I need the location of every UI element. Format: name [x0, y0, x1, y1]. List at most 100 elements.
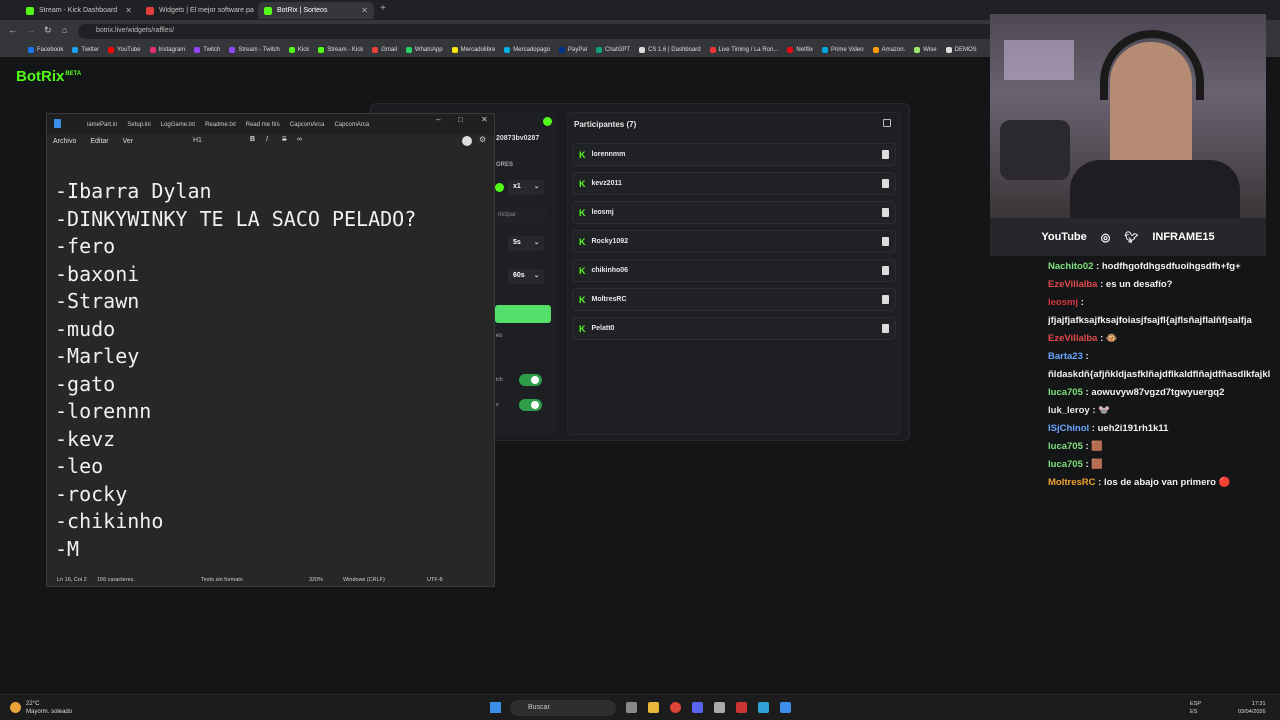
- italic-icon[interactable]: I: [266, 136, 268, 143]
- notepad-text-area[interactable]: -Ibarra Dylan -DINKYWINKY TE LA SACO PELA…: [55, 178, 416, 563]
- app-icon[interactable]: [736, 702, 747, 713]
- browser-tab-kick-dashboard[interactable]: Stream - Kick Dashboard ✕: [20, 2, 138, 19]
- trash-icon[interactable]: [882, 208, 889, 217]
- trash-icon[interactable]: [882, 237, 889, 246]
- text-line: -DINKYWINKY TE LA SACO PELADO?: [55, 206, 417, 231]
- bookmark-item[interactable]: Kick: [288, 46, 309, 53]
- trash-icon[interactable]: [882, 150, 889, 159]
- chat-username[interactable]: Nachito02: [1048, 261, 1093, 272]
- language-indicator[interactable]: ESP ES: [1190, 700, 1201, 716]
- trash-icon[interactable]: [882, 324, 889, 333]
- timer-select[interactable]: 5s ⌄: [508, 236, 544, 251]
- bookmark-label: Live Timing / La Ron...: [718, 46, 779, 53]
- bookmark-item[interactable]: CS 1.6 | Dashboard: [639, 46, 701, 53]
- strikethrough-icon[interactable]: S: [282, 136, 287, 143]
- bookmark-item[interactable]: ChatGPT: [596, 46, 630, 53]
- chat-username[interactable]: leosmj: [1048, 297, 1078, 308]
- notepad-tab[interactable]: Read me firs: [246, 122, 280, 128]
- botrix-logo[interactable]: BotRixBETA: [16, 68, 81, 85]
- link-icon[interactable]: ∞: [297, 136, 302, 143]
- notepad-tab[interactable]: LogGame.txt: [161, 122, 195, 128]
- trash-icon[interactable]: [882, 179, 889, 188]
- account-icon[interactable]: [462, 136, 472, 146]
- bookmark-item[interactable]: PayPal: [559, 46, 587, 53]
- trash-icon[interactable]: [882, 266, 889, 275]
- notepad-tab[interactable]: Readme.txt: [205, 122, 236, 128]
- bookmark-item[interactable]: YouTube: [108, 46, 141, 53]
- chat-username[interactable]: Barta23: [1048, 351, 1083, 362]
- bookmark-item[interactable]: Prime Video: [822, 46, 864, 53]
- browser-tab-widgets[interactable]: Widgets | El mejor software pa ✕: [140, 2, 256, 19]
- bookmark-item[interactable]: Amazon.: [872, 46, 905, 53]
- chrome-icon[interactable]: [670, 702, 681, 713]
- file-explorer-icon[interactable]: [648, 702, 659, 713]
- maximize-icon[interactable]: □: [458, 115, 463, 124]
- trash-icon[interactable]: [882, 295, 889, 304]
- close-window-icon[interactable]: ✕: [481, 115, 488, 124]
- bookmark-item[interactable]: Stream - Twitch: [229, 46, 280, 53]
- reload-icon[interactable]: ↻: [44, 25, 52, 36]
- notepad-tab[interactable]: Setup.ini: [127, 122, 150, 128]
- bookmark-item[interactable]: Mercadopago: [504, 46, 550, 53]
- chat-username[interactable]: EzeVillalba: [1048, 279, 1097, 290]
- encoding: UTF-8: [427, 577, 443, 583]
- bookmark-item[interactable]: Mercadolibre: [451, 46, 495, 53]
- bookmark-item[interactable]: Twitter: [72, 46, 99, 53]
- home-icon[interactable]: ⌂: [62, 25, 67, 35]
- notepad-tab[interactable]: CapcomArca: [334, 122, 369, 128]
- chat-username[interactable]: ISjChinol: [1048, 423, 1089, 434]
- menu-item[interactable]: Ver: [123, 138, 134, 145]
- taskbar-search[interactable]: Buscar: [510, 700, 616, 716]
- heading-select[interactable]: H1: [193, 137, 202, 144]
- bookmark-item[interactable]: Wise: [914, 46, 937, 53]
- start-raffle-button[interactable]: [495, 305, 551, 323]
- bold-icon[interactable]: B: [250, 136, 255, 143]
- notepad-tab[interactable]: CapcomArca: [290, 122, 325, 128]
- info-icon[interactable]: [543, 117, 552, 126]
- toggle-dot[interactable]: [495, 183, 504, 192]
- notepad-taskbar-icon[interactable]: [780, 702, 791, 713]
- close-tab-icon[interactable]: ✕: [125, 6, 132, 15]
- bookmark-item[interactable]: Live Timing / La Ron...: [709, 46, 779, 53]
- windows-start-icon[interactable]: [490, 702, 501, 713]
- notepad-tab[interactable]: iamePart.in: [87, 122, 117, 128]
- forward-icon[interactable]: →: [26, 25, 35, 35]
- bookmark-item[interactable]: Facebook: [28, 46, 63, 53]
- chat-username[interactable]: luk_leroy: [1048, 405, 1090, 416]
- toggle-switch[interactable]: [519, 374, 542, 386]
- duration-select[interactable]: 60s ⌄: [508, 269, 544, 284]
- minimize-icon[interactable]: –: [436, 115, 440, 124]
- chat-username[interactable]: MoltresRC: [1048, 477, 1096, 488]
- back-icon[interactable]: ←: [8, 25, 17, 35]
- new-tab-button[interactable]: +: [380, 3, 386, 14]
- settings-gear-icon[interactable]: ⚙: [479, 135, 486, 144]
- weather-widget[interactable]: 22°C Mayorm. soleado: [26, 700, 72, 716]
- chat-username[interactable]: EzeVillalba: [1048, 333, 1097, 344]
- app-icon[interactable]: [758, 702, 769, 713]
- toggle-switch[interactable]: [519, 399, 542, 411]
- zoom-level: 320%: [309, 577, 324, 583]
- chat-username[interactable]: luca705: [1048, 441, 1083, 452]
- section-label: ORES: [496, 162, 514, 168]
- bookmark-item[interactable]: Instagram: [149, 46, 185, 53]
- copy-icon[interactable]: [883, 119, 891, 127]
- duration-value: 60s: [513, 272, 525, 279]
- bookmark-item[interactable]: Twitch: [194, 46, 220, 53]
- browser-tab-botrix[interactable]: BotRix | Sorteos ✕: [258, 2, 374, 19]
- participate-field[interactable]: rticipar: [496, 208, 546, 223]
- bookmark-item[interactable]: DEMOS: [945, 46, 977, 53]
- app-icon[interactable]: [714, 702, 725, 713]
- bookmark-item[interactable]: Stream - Kick: [318, 46, 363, 53]
- discord-icon[interactable]: [692, 702, 703, 713]
- close-tab-icon[interactable]: ✕: [361, 6, 368, 15]
- bookmark-item[interactable]: WhatsApp: [405, 46, 443, 53]
- chat-username[interactable]: luca705: [1048, 387, 1083, 398]
- taskbar-clock[interactable]: 17:31 03/04/2026: [1238, 700, 1266, 716]
- bookmark-item[interactable]: Gmail: [372, 46, 397, 53]
- task-view-icon[interactable]: [626, 702, 637, 713]
- menu-item[interactable]: Archivo: [53, 138, 76, 145]
- chat-username[interactable]: luca705: [1048, 459, 1083, 470]
- menu-item[interactable]: Editar: [90, 138, 108, 145]
- multiplier-select[interactable]: x1 ⌄: [508, 180, 544, 195]
- bookmark-item[interactable]: Netflix: [787, 46, 813, 53]
